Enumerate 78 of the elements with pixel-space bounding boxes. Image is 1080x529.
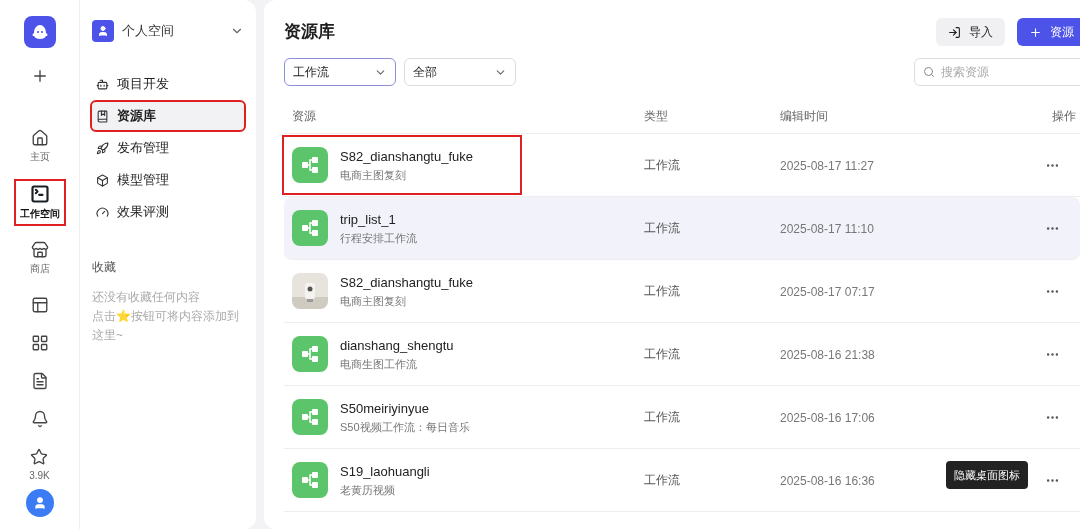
column-header: 操作 [1052,107,1076,125]
import-icon [948,25,961,39]
sidebar-item[interactable]: 项目开发 [92,70,244,98]
sidebar-item[interactable]: 模型管理 [92,166,244,194]
search-field[interactable]: 搜索资源 [914,58,1080,86]
resource-description: 电商主图复刻 [340,293,407,309]
add-resource-button[interactable]: 资源 [1017,18,1080,46]
time-cell: 2025-08-16 16:36 [780,474,875,488]
resource-name: trip_list_1 [340,211,397,229]
import-button[interactable]: 导入 [936,18,1005,46]
logo-icon[interactable] [23,16,56,48]
workflow-icon [292,147,328,183]
type-cell-text: 工作流 [644,346,681,363]
cube-icon [96,173,109,187]
terminal-icon [29,184,50,204]
tooltip: 隐藏桌面图标 [946,460,1028,489]
rail-item[interactable]: 主页 [25,126,54,167]
resource-name: S50meiriyinyue [340,400,430,418]
filter-dropdown[interactable]: 工作流 [284,58,396,86]
home-icon [30,129,49,147]
time-cell: 2025-08-17 07:17 [780,285,875,299]
grid-icon [30,334,49,352]
type-cell-text: 工作流 [644,472,681,489]
time-cell: 2025-08-17 11:10 [780,222,874,236]
page-title: 资源库 [284,21,335,44]
favorites-hint: 点击⭐按钮可将内容添加到这里~ [92,308,240,344]
resource-description: S50视频工作流：每日音乐 [340,419,470,435]
space-switcher[interactable]: 个人空间 [92,20,244,42]
robot-icon [96,77,109,91]
plus-icon [1029,25,1042,39]
resource-row[interactable]: S82_dianshangtu_fuke 电商主图复刻 工作流 2025-08-17 11:27 [284,134,1080,197]
favorites-empty-text: 还没有收藏任何内容 [92,289,201,306]
rail-item[interactable]: 3.9K [25,445,54,486]
type-cell-text: 工作流 [644,409,681,426]
book-icon [96,109,109,123]
sidebar-item[interactable]: 效果评测 [92,198,244,226]
resource-row[interactable]: dianshang_shengtu 电商生图工作流 工作流 2025-08-16 21:38 [284,323,1080,386]
search-icon [923,66,935,78]
sidebar-item[interactable]: 发布管理 [92,134,244,162]
workflow-icon [292,462,328,498]
store-icon [30,241,49,259]
bell-icon [30,410,49,428]
avatar[interactable] [25,489,54,517]
type-cell-text: 工作流 [644,220,681,237]
document-icon [30,372,49,390]
rail-item[interactable]: 工作空间 [15,181,64,224]
time-cell: 2025-08-16 17:06 [780,411,875,425]
resource-row[interactable]: trip_list_1 行程安排工作流 工作流 2025-08-17 11:10 [284,197,1080,260]
resource-name: S82_dianshangtu_fuke [340,274,473,292]
user-icon [32,496,47,510]
rail-item[interactable]: 商店 [25,238,54,279]
rocket-icon [96,141,109,155]
time-cell: 2025-08-17 11:27 [780,159,874,173]
resource-description: 电商主图复刻 [340,167,407,183]
workflow-icon [292,399,328,435]
column-header: 类型 [644,107,669,125]
layout-icon [30,296,49,314]
resource-description: 老黄历视频 [340,482,396,498]
type-cell-text: 工作流 [644,283,681,300]
workflow-icon [292,210,328,246]
resource-description: 行程安排工作流 [340,230,417,246]
resource-row[interactable]: S50meiriyinyue S50视频工作流：每日音乐 工作流 2025-08-16 17:06 [284,386,1080,449]
resource-name: S82_dianshangtu_fuke [340,148,473,166]
filter-dropdown[interactable]: 全部 [404,58,516,86]
workflow-icon [292,336,328,372]
gauge-icon [96,205,109,219]
favorites-title: 收藏 [92,259,117,276]
star-icon [30,448,49,466]
resource-name: S19_laohuangli [340,463,430,481]
resource-name: dianshang_shengtu [340,337,454,355]
type-cell-text: 工作流 [644,157,681,174]
resource-description: 电商生图工作流 [340,356,418,372]
space-icon [92,20,114,42]
time-cell: 2025-08-16 21:38 [780,348,875,362]
resource-row[interactable]: S82_dianshangtu_fuke 电商主图复刻 工作流 2025-08-17 07:17 [284,260,1080,323]
sidebar-item[interactable]: 资源库 [92,102,244,130]
column-header: 资源 [291,107,317,125]
column-header: 编辑时间 [780,107,829,125]
